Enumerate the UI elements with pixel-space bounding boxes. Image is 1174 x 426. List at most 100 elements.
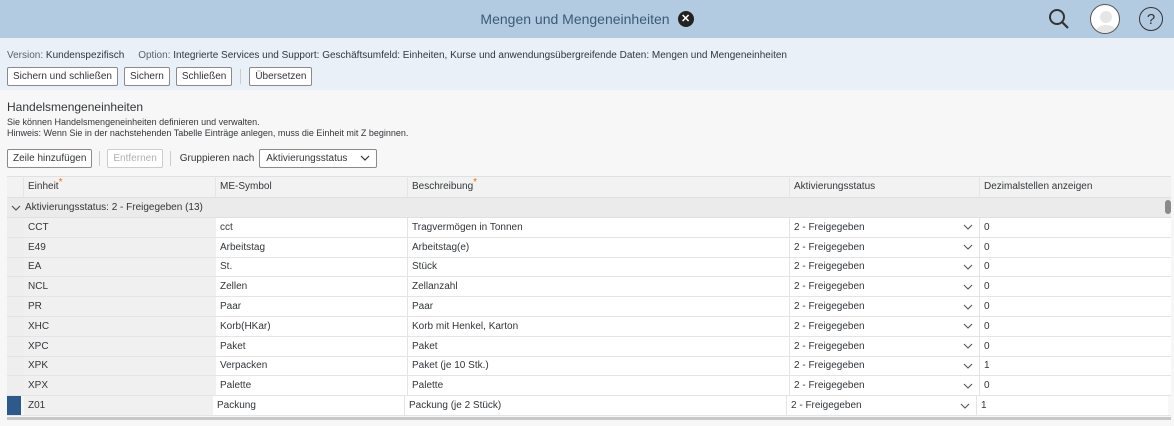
status-value: 2 - Freigegeben xyxy=(794,360,865,372)
status-select[interactable]: 2 - Freigegeben xyxy=(790,316,980,336)
status-value: 2 - Freigegeben xyxy=(791,400,862,412)
symbol-input[interactable]: Palette xyxy=(216,376,408,396)
required-marker: * xyxy=(58,177,63,188)
table-row[interactable]: XPK Verpacken Paket (je 10 Stk.) 2 - Freige… xyxy=(7,356,1171,377)
decimals-value: 1 xyxy=(981,400,987,412)
unit-cell: XPC xyxy=(24,336,216,356)
status-select[interactable]: 2 - Freigegeben xyxy=(790,376,980,396)
description-value: Paket (je 10 Stk.) xyxy=(412,360,489,372)
symbol-input[interactable]: Paar xyxy=(216,297,408,316)
status-select[interactable]: 2 - Freigegeben xyxy=(790,277,980,297)
decimals-input[interactable]: 0 xyxy=(980,237,1171,257)
row-selector[interactable] xyxy=(7,336,24,356)
toolbar-separator xyxy=(169,150,171,166)
help-button[interactable]: ? xyxy=(1128,0,1174,38)
user-avatar-button[interactable] xyxy=(1082,0,1128,38)
decimals-input[interactable]: 0 xyxy=(980,316,1171,336)
help-icon: ? xyxy=(1139,7,1163,31)
section-desc-line1: Sie können Handelsmengeneinheiten defini… xyxy=(7,117,260,127)
description-input[interactable]: Palette xyxy=(408,376,790,396)
group-by-label: Gruppieren nach xyxy=(179,152,255,164)
row-selector[interactable] xyxy=(7,376,24,396)
unit-value: E49 xyxy=(28,241,46,253)
column-header-decimals[interactable]: Dezimalstellen anzeigen xyxy=(980,176,1171,198)
decimals-input[interactable]: 0 xyxy=(980,376,1171,396)
translate-button[interactable]: Übersetzen xyxy=(249,67,313,86)
row-selector[interactable] xyxy=(7,277,24,297)
symbol-input[interactable]: Arbeitstag xyxy=(216,237,408,257)
description-input[interactable]: Paar xyxy=(408,297,790,316)
group-by-select[interactable]: Aktivierungsstatus xyxy=(259,148,378,168)
group-header-row[interactable]: Aktivierungsstatus: 2 - Freigegeben (13) xyxy=(7,198,1171,218)
decimals-input[interactable]: 0 xyxy=(980,218,1171,237)
status-select[interactable]: 2 - Freigegeben xyxy=(787,396,977,415)
status-select[interactable]: 2 - Freigegeben xyxy=(790,257,980,277)
symbol-input[interactable]: Korb(HKar) xyxy=(216,316,408,336)
status-select[interactable]: 2 - Freigegeben xyxy=(790,237,980,257)
description-input[interactable]: Stück xyxy=(408,257,790,277)
column-header-symbol[interactable]: ME-Symbol xyxy=(216,176,408,198)
status-value: 2 - Freigegeben xyxy=(794,281,865,293)
symbol-input[interactable]: cct xyxy=(216,218,408,237)
symbol-value: Paket xyxy=(220,340,246,352)
chevron-down-icon[interactable] xyxy=(10,204,22,212)
row-selector[interactable] xyxy=(7,316,24,336)
decimals-input[interactable]: 0 xyxy=(980,336,1171,356)
chevron-down-icon xyxy=(963,383,973,389)
column-header-description[interactable]: Beschreibung* xyxy=(408,176,790,198)
chevron-down-icon xyxy=(963,284,973,290)
add-row-button[interactable]: Zeile hinzufügen xyxy=(7,148,93,168)
table-row[interactable]: XPC Paket Paket 2 - Freigegeben 0 xyxy=(7,336,1171,357)
status-select[interactable]: 2 - Freigegeben xyxy=(790,336,980,356)
row-selector[interactable] xyxy=(7,297,24,316)
table-row[interactable]: XPX Palette Palette 2 - Freigegeben 0 xyxy=(7,376,1171,397)
unit-value: Z01 xyxy=(28,400,46,412)
decimals-value: 0 xyxy=(984,261,990,273)
description-value: Stück xyxy=(412,261,438,273)
table-row[interactable]: Z01 Packung Packung (je 2 Stück) 2 - Freige… xyxy=(7,396,1171,416)
description-input[interactable]: Paket (je 10 Stk.) xyxy=(408,356,790,376)
symbol-input[interactable]: Verpacken xyxy=(216,356,408,376)
symbol-input[interactable]: Paket xyxy=(216,336,408,356)
horizontal-scrollbar[interactable] xyxy=(7,417,1171,420)
save-button[interactable]: Sichern xyxy=(123,67,170,86)
description-input[interactable]: Packung (je 2 Stück) xyxy=(405,396,787,415)
description-input[interactable]: Arbeitstag(e) xyxy=(408,237,790,257)
decimals-input[interactable]: 1 xyxy=(977,396,1168,415)
close-button[interactable]: Schließen xyxy=(175,67,233,86)
table-row[interactable]: E49 Arbeitstag Arbeitstag(e) 2 - Freigegebe… xyxy=(7,237,1171,258)
symbol-input[interactable]: Zellen xyxy=(216,277,408,297)
table-row[interactable]: XHC Korb(HKar) Korb mit Henkel, Karton 2 - … xyxy=(7,316,1171,337)
search-button[interactable] xyxy=(1036,0,1082,38)
section-description: Sie können Handelsmengeneinheiten defini… xyxy=(7,117,1167,139)
column-header-unit[interactable]: Einheit* xyxy=(24,176,216,198)
status-select[interactable]: 2 - Freigegeben xyxy=(790,218,980,237)
row-selector[interactable] xyxy=(7,257,24,277)
decimals-input[interactable]: 1 xyxy=(980,356,1171,376)
unit-value: XPX xyxy=(28,380,49,392)
decimals-input[interactable]: 0 xyxy=(980,257,1171,277)
description-input[interactable]: Zellanzahl xyxy=(408,277,790,297)
table-row[interactable]: NCL Zellen Zellanzahl 2 - Freigegeben 0 xyxy=(7,277,1171,298)
table-row[interactable]: PR Paar Paar 2 - Freigegeben 0 xyxy=(7,297,1171,317)
symbol-input[interactable]: Packung xyxy=(213,396,405,415)
description-input[interactable]: Paket xyxy=(408,336,790,356)
table-row[interactable]: CCT cct Tragvermögen in Tonnen 2 - Freigege… xyxy=(7,218,1171,238)
row-selector[interactable] xyxy=(7,396,21,415)
symbol-input[interactable]: St. xyxy=(216,257,408,277)
description-input[interactable]: Tragvermögen in Tonnen xyxy=(408,218,790,237)
description-input[interactable]: Korb mit Henkel, Karton xyxy=(408,316,790,336)
row-selector[interactable] xyxy=(7,218,24,237)
close-icon[interactable]: ✕ xyxy=(677,11,694,27)
save-and-close-button[interactable]: Sichern und schließen xyxy=(7,67,118,86)
decimals-input[interactable]: 0 xyxy=(980,297,1171,316)
remove-button[interactable]: Entfernen xyxy=(107,148,163,168)
row-selector[interactable] xyxy=(7,237,24,257)
table-row[interactable]: EA St. Stück 2 - Freigegeben 0 xyxy=(7,257,1171,278)
row-selector[interactable] xyxy=(7,356,24,376)
decimals-input[interactable]: 0 xyxy=(980,277,1171,297)
column-header-status[interactable]: Aktivierungsstatus xyxy=(790,176,980,198)
vertical-scrollbar[interactable] xyxy=(1165,200,1171,214)
status-select[interactable]: 2 - Freigegeben xyxy=(790,297,980,316)
status-select[interactable]: 2 - Freigegeben xyxy=(790,356,980,376)
